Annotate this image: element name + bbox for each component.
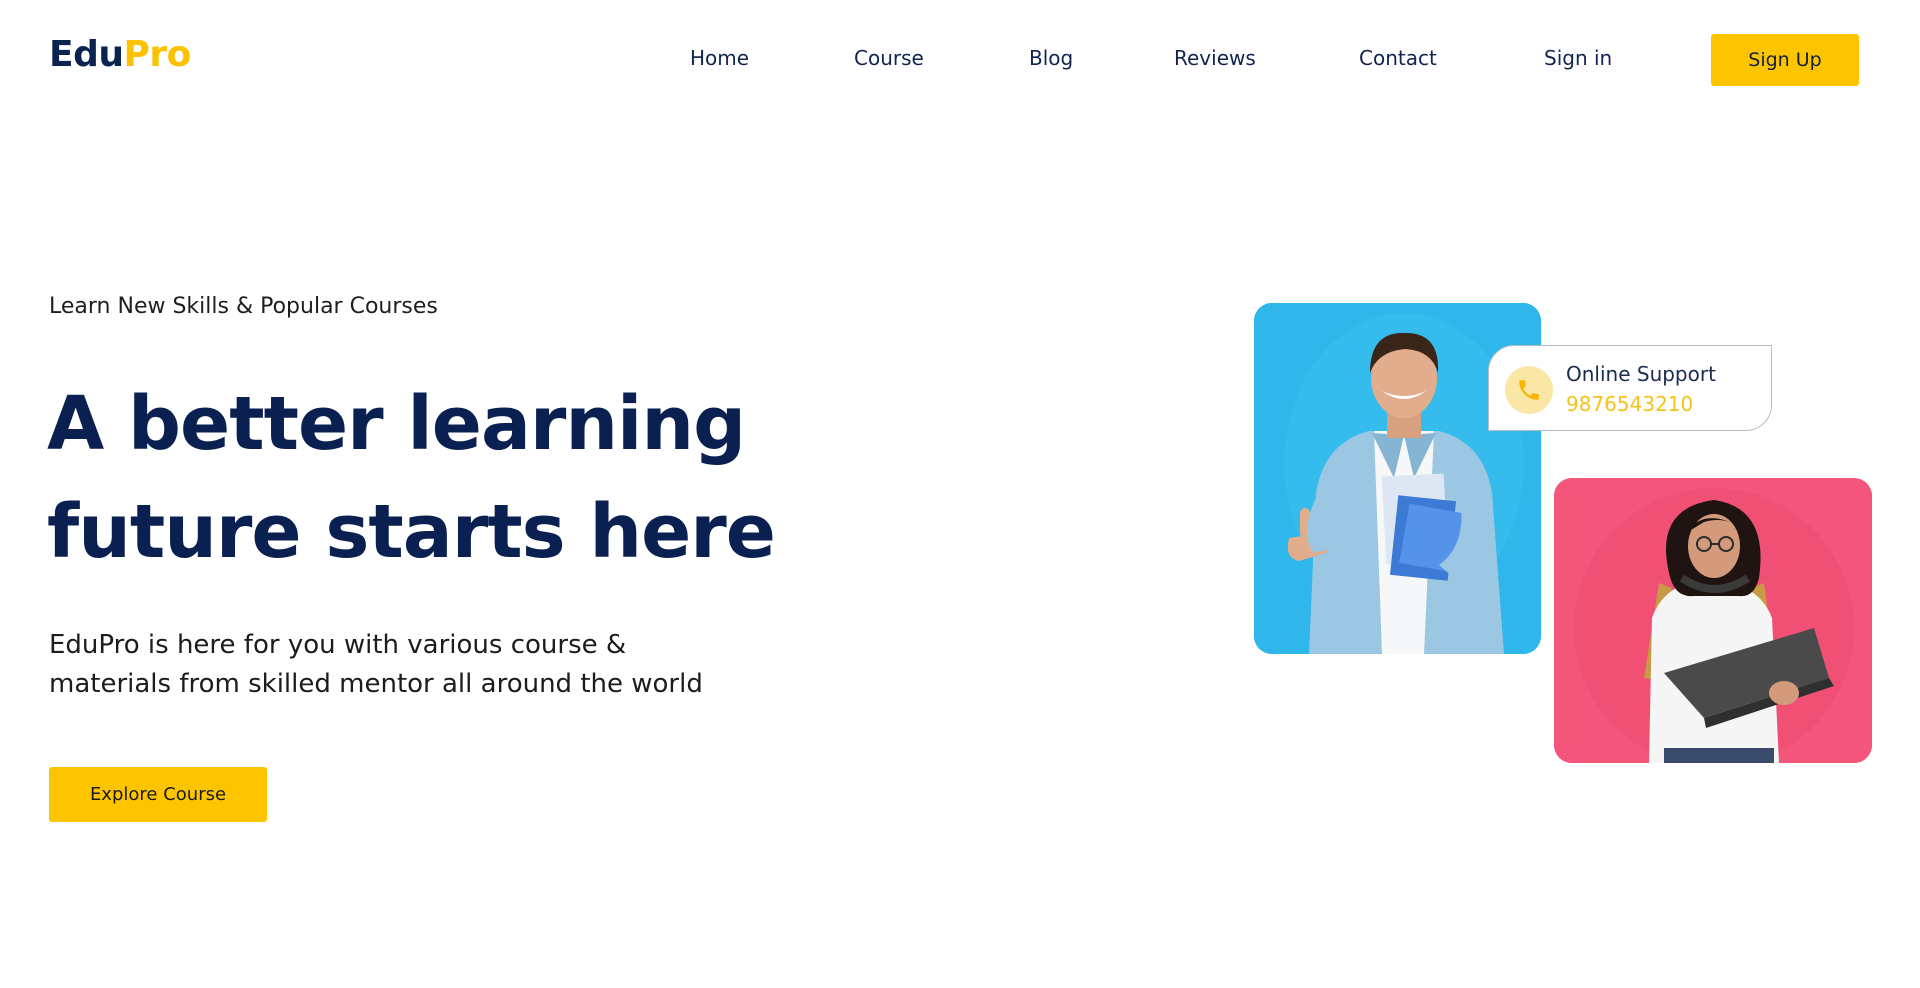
hero-headline: A better learning future starts here — [47, 370, 807, 586]
phone-icon — [1505, 366, 1553, 414]
support-title: Online Support — [1566, 362, 1716, 386]
student-photo-pink — [1554, 478, 1872, 763]
hero-eyebrow: Learn New Skills & Popular Courses — [49, 294, 438, 319]
hero-headline-line2: future starts here — [47, 489, 776, 575]
hero-description-line2: materials from skilled mentor all around… — [49, 669, 703, 699]
nav-link-blog[interactable]: Blog — [1029, 46, 1073, 70]
nav-link-contact[interactable]: Contact — [1359, 46, 1437, 70]
nav-link-course[interactable]: Course — [854, 46, 924, 70]
hero-headline-line1: A better learning — [47, 381, 746, 467]
main-nav: Home Course Blog Reviews Contact Sign in — [0, 46, 1920, 70]
nav-link-reviews[interactable]: Reviews — [1174, 46, 1256, 70]
hero-description-line1: EduPro is here for you with various cour… — [49, 630, 627, 660]
nav-link-home[interactable]: Home — [690, 46, 749, 70]
hero-description: EduPro is here for you with various cour… — [49, 626, 729, 704]
explore-course-button[interactable]: Explore Course — [49, 767, 267, 822]
nav-link-sign-in[interactable]: Sign in — [1544, 46, 1612, 70]
student-with-laptop-illustration — [1554, 478, 1872, 763]
support-phone-number[interactable]: 9876543210 — [1566, 392, 1693, 416]
online-support-card[interactable]: Online Support 9876543210 — [1488, 345, 1772, 431]
sign-up-button[interactable]: Sign Up — [1711, 34, 1859, 86]
